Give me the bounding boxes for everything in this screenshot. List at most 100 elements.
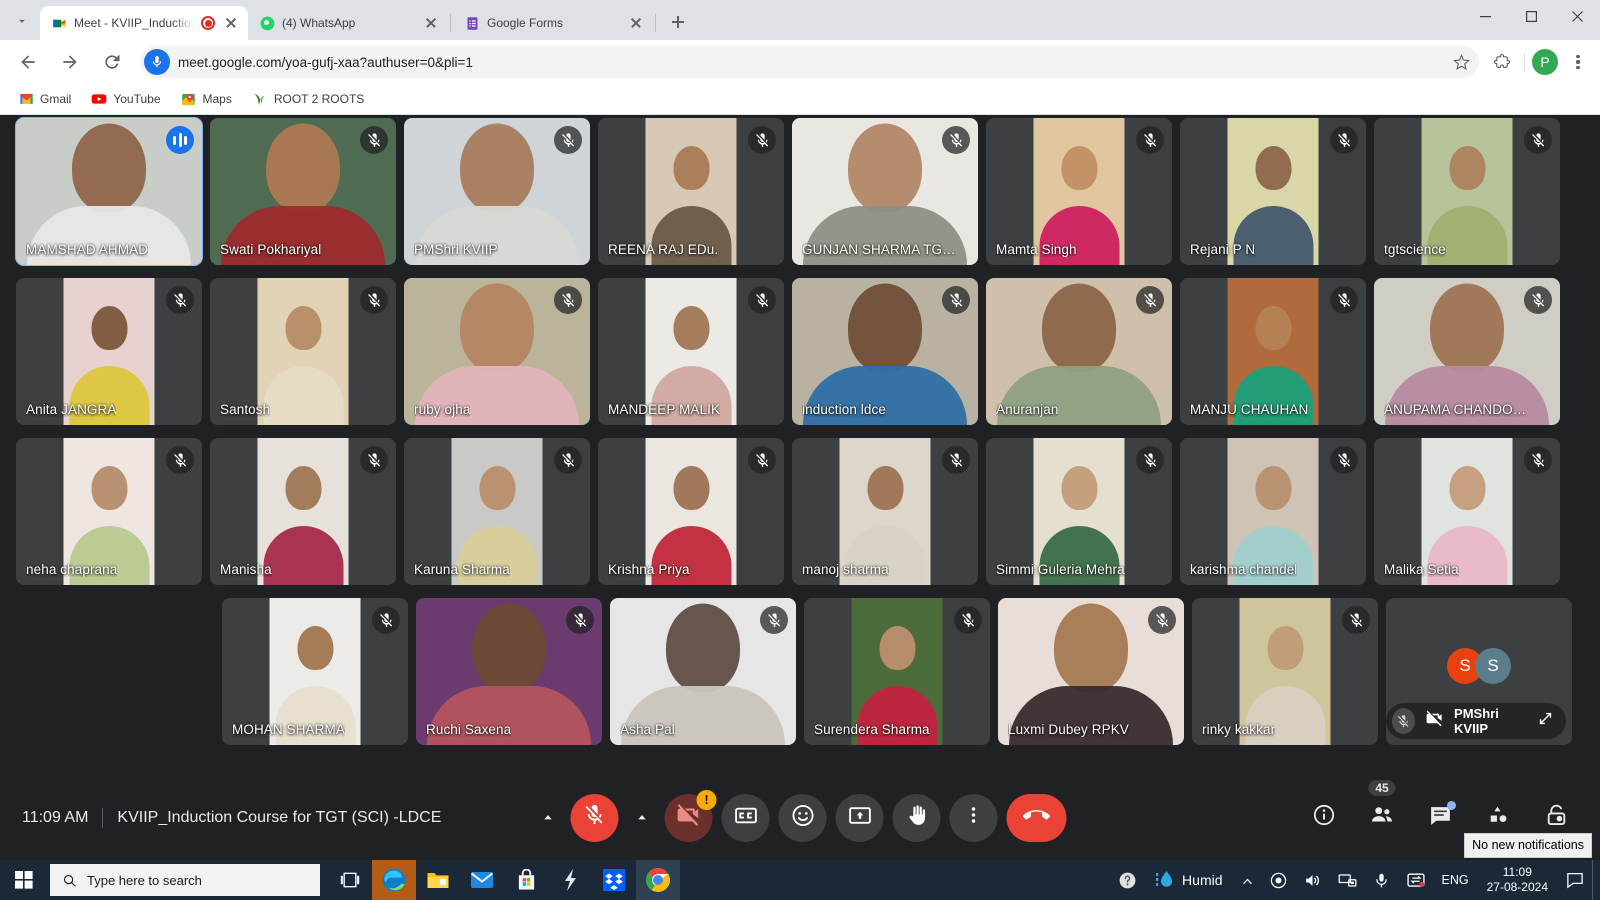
screen-capture-icon[interactable] bbox=[1398, 860, 1434, 900]
participant-tile[interactable]: Karuna Sharma bbox=[404, 438, 590, 585]
microsoft-store-icon[interactable] bbox=[504, 860, 548, 900]
camera-options-chevron-icon[interactable] bbox=[628, 794, 656, 842]
raise-hand-button[interactable] bbox=[892, 793, 941, 842]
participant-tile[interactable]: Rejani P N bbox=[1180, 118, 1366, 265]
close-tab-icon[interactable] bbox=[222, 14, 240, 32]
expand-icon[interactable] bbox=[1537, 710, 1554, 732]
tab-search-button[interactable] bbox=[8, 7, 36, 35]
present-now-button[interactable] bbox=[835, 793, 884, 842]
participant-tile[interactable]: MANJU CHAUHAN bbox=[1180, 278, 1366, 425]
close-tab-icon[interactable] bbox=[422, 14, 440, 32]
minimize-button[interactable] bbox=[1462, 0, 1508, 32]
new-tab-button[interactable] bbox=[664, 8, 692, 36]
camera-toggle-button[interactable]: ! bbox=[664, 789, 717, 842]
participant-name: MANJU CHAUHAN bbox=[1190, 402, 1309, 417]
back-button[interactable] bbox=[12, 46, 44, 78]
participant-tile[interactable]: Anuranjan bbox=[986, 278, 1172, 425]
participant-tile[interactable]: ANUPAMA CHANDO… bbox=[1374, 278, 1560, 425]
microphone-tray-icon[interactable] bbox=[1365, 860, 1398, 900]
recording-indicator-icon[interactable] bbox=[1262, 860, 1295, 900]
show-everyone-button[interactable]: 45 bbox=[1360, 779, 1404, 840]
info-icon bbox=[1312, 803, 1336, 832]
participant-tile[interactable]: Malika Setia bbox=[1374, 438, 1560, 585]
reactions-button[interactable] bbox=[778, 793, 827, 842]
chrome-menu-button[interactable] bbox=[1564, 48, 1592, 76]
participant-tile[interactable]: rinky kakkar bbox=[1192, 598, 1378, 745]
extensions-icon[interactable] bbox=[1487, 47, 1517, 77]
google-chrome-icon[interactable] bbox=[636, 860, 680, 900]
maximize-button[interactable] bbox=[1508, 0, 1554, 32]
participant-tile[interactable]: tgtscience bbox=[1374, 118, 1560, 265]
chrome-browser-window: Meet - KVIIP_Induction Cou (4) WhatsApp … bbox=[0, 0, 1600, 860]
participant-name: ANUPAMA CHANDO… bbox=[1384, 402, 1527, 417]
leave-call-button[interactable] bbox=[1006, 793, 1067, 842]
microphone-toggle-button[interactable] bbox=[570, 793, 619, 842]
more-vertical-icon bbox=[963, 804, 985, 831]
bookmark-root-2-roots[interactable]: ROOT 2 ROOTS bbox=[244, 87, 372, 111]
mail-icon[interactable] bbox=[460, 860, 504, 900]
close-window-button[interactable] bbox=[1554, 0, 1600, 32]
captions-button[interactable] bbox=[721, 793, 770, 842]
participant-tile[interactable]: MAMSHAD AHMAD bbox=[15, 117, 203, 266]
meeting-details-button[interactable] bbox=[1302, 796, 1346, 840]
volume-icon[interactable] bbox=[1295, 860, 1330, 900]
participant-tile[interactable]: Manisha bbox=[210, 438, 396, 585]
tab-google-forms[interactable]: Google Forms bbox=[453, 6, 653, 40]
task-view-icon[interactable] bbox=[328, 860, 372, 900]
tab-whatsapp[interactable]: (4) WhatsApp bbox=[248, 6, 448, 40]
mic-options-chevron-icon[interactable] bbox=[534, 794, 562, 842]
participant-tile[interactable]: REENA RAJ EDu. bbox=[598, 118, 784, 265]
participant-name: Luxmi Dubey RPKV bbox=[1008, 722, 1129, 737]
clock[interactable]: 11:09 27-08-2024 bbox=[1477, 865, 1558, 895]
participant-tile[interactable]: Krishna Priya bbox=[598, 438, 784, 585]
participant-tile[interactable]: Luxmi Dubey RPKV bbox=[998, 598, 1184, 745]
more-options-button[interactable] bbox=[949, 793, 998, 842]
participant-tile[interactable]: Asha Pal bbox=[610, 598, 796, 745]
participant-tile[interactable]: Swati Pokhariyal bbox=[210, 118, 396, 265]
participant-tile[interactable]: Santosh bbox=[210, 278, 396, 425]
tab-meet[interactable]: Meet - KVIIP_Induction Cou bbox=[40, 6, 248, 40]
close-tab-icon[interactable] bbox=[627, 14, 645, 32]
bookmark-maps[interactable]: Maps bbox=[173, 87, 240, 111]
action-center-icon[interactable] bbox=[1558, 860, 1592, 900]
language-indicator[interactable]: ENG bbox=[1434, 860, 1477, 900]
forward-button[interactable] bbox=[54, 46, 86, 78]
mic-off-icon bbox=[1330, 446, 1358, 474]
profile-avatar[interactable]: P bbox=[1532, 49, 1558, 75]
dropbox-icon[interactable] bbox=[592, 860, 636, 900]
self-view-tile[interactable]: S S PMShri KVIIP bbox=[1386, 598, 1572, 745]
participant-tile[interactable]: Ruchi Saxena bbox=[416, 598, 602, 745]
participant-tile[interactable]: karishma chandel bbox=[1180, 438, 1366, 585]
participant-tile[interactable]: PMShri KVIIP bbox=[404, 118, 590, 265]
mic-off-icon bbox=[554, 126, 582, 154]
weather-widget[interactable]: Humid bbox=[1145, 869, 1232, 891]
file-explorer-icon[interactable] bbox=[416, 860, 460, 900]
participant-tile[interactable]: MOHAN SHARMA bbox=[222, 598, 408, 745]
network-icon[interactable] bbox=[1330, 860, 1365, 900]
participant-tile[interactable]: GUNJAN SHARMA TG… bbox=[792, 118, 978, 265]
taskbar-apps bbox=[328, 860, 680, 900]
participant-tile[interactable]: Anita JANGRA bbox=[16, 278, 202, 425]
mic-off-icon bbox=[748, 126, 776, 154]
participant-tile[interactable]: manoj sharma bbox=[792, 438, 978, 585]
participant-tile[interactable]: induction ldce bbox=[792, 278, 978, 425]
participant-tile[interactable]: Mamta Singh bbox=[986, 118, 1172, 265]
participant-tile[interactable]: neha chaprana bbox=[16, 438, 202, 585]
shareit-icon[interactable] bbox=[548, 860, 592, 900]
show-desktop-button[interactable] bbox=[1592, 860, 1600, 900]
participant-tile[interactable]: Simmi Guleria Mehra bbox=[986, 438, 1172, 585]
taskbar-search-input[interactable]: Type here to search bbox=[50, 864, 320, 896]
help-icon[interactable] bbox=[1110, 860, 1145, 900]
participant-tile[interactable]: Surendera Sharma bbox=[804, 598, 990, 745]
reload-button[interactable] bbox=[96, 46, 128, 78]
participant-tile[interactable]: ruby ojha bbox=[404, 278, 590, 425]
address-bar[interactable]: meet.google.com/yoa-gufj-xaa?authuser=0&… bbox=[140, 46, 1479, 78]
chat-button[interactable] bbox=[1418, 796, 1462, 840]
show-hidden-icons-chevron[interactable] bbox=[1233, 860, 1262, 900]
microsoft-edge-icon[interactable] bbox=[372, 860, 416, 900]
start-button[interactable] bbox=[0, 860, 48, 900]
bookmark-gmail[interactable]: Gmail bbox=[10, 87, 79, 111]
bookmark-star-icon[interactable] bbox=[1449, 50, 1473, 74]
bookmark-youtube[interactable]: YouTube bbox=[83, 87, 168, 111]
participant-tile[interactable]: MANDEEP MALIK bbox=[598, 278, 784, 425]
